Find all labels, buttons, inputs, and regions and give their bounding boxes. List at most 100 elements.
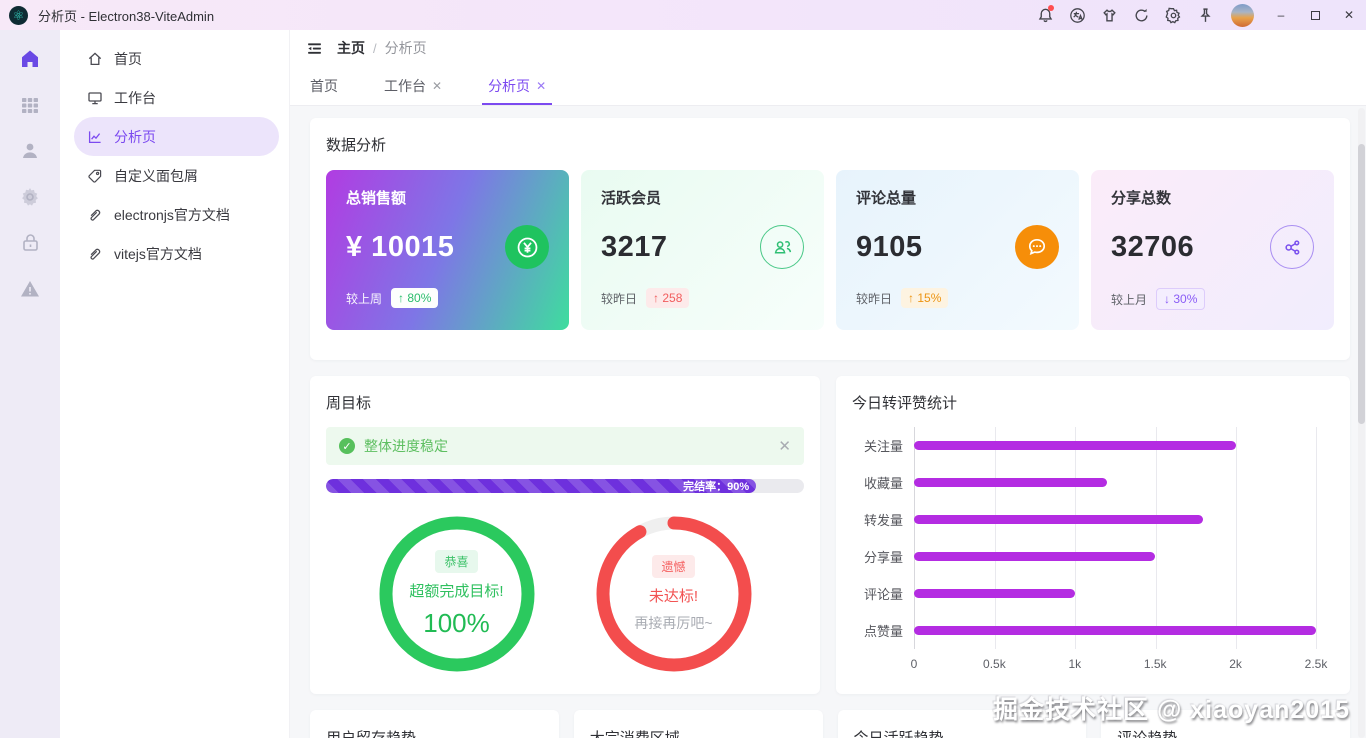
settings-gear-icon[interactable]	[1157, 0, 1189, 30]
sidebar-fold-icon[interactable]	[306, 40, 323, 57]
panel-comment-trend: 评论趋势	[1101, 710, 1350, 738]
rail-home-icon[interactable]	[13, 42, 47, 75]
maximize-button[interactable]	[1298, 0, 1332, 30]
minimize-button[interactable]: –	[1264, 0, 1298, 30]
chart-category-label: 收藏量	[852, 473, 914, 492]
notification-dot	[1048, 5, 1054, 11]
pin-icon[interactable]	[1189, 0, 1221, 30]
goal-ring-fail: 遗憾 未达标! 再接再厉吧~	[593, 513, 755, 675]
maximize-icon	[1311, 11, 1320, 20]
theme-clothes-icon[interactable]	[1093, 0, 1125, 30]
sidebar-item-5[interactable]: vitejs官方文档	[74, 234, 279, 273]
panel-consume-region: 大宗消费区域	[574, 710, 823, 738]
tab-close-icon[interactable]: ✕	[432, 79, 442, 93]
sidebar-item-1[interactable]: 工作台	[74, 78, 279, 117]
tab-label: 分析页	[488, 76, 530, 96]
page-content: 数据分析 总销售额 ¥ 10015 较上周 ↑ 80%	[290, 106, 1366, 738]
chart-category-label: 评论量	[852, 584, 914, 603]
panel-data-analysis: 数据分析 总销售额 ¥ 10015 较上周 ↑ 80%	[310, 118, 1350, 360]
chart-row: 评论量	[852, 575, 1334, 612]
x-axis-tick-label: 2k	[1229, 657, 1242, 671]
panel-title: 周目标	[326, 392, 804, 413]
check-circle-icon: ✓	[339, 438, 355, 454]
chart-bar	[914, 515, 1203, 524]
chart-row: 分享量	[852, 538, 1334, 575]
alert-close-icon[interactable]: ✕	[778, 437, 791, 455]
stat-card-active-members: 活跃会员 3217 较昨日 ↑ 258	[581, 170, 824, 330]
chart-bar	[914, 552, 1155, 561]
sidebar-item-4[interactable]: electronjs官方文档	[74, 195, 279, 234]
scrollbar[interactable]	[1358, 108, 1365, 738]
rail-apps-grid-icon[interactable]	[13, 88, 47, 121]
chart-rows: 关注量收藏量转发量分享量评论量点赞量	[852, 427, 1334, 649]
icon-rail	[0, 30, 60, 738]
breadcrumb-current: 分析页	[385, 38, 427, 58]
user-avatar[interactable]	[1231, 4, 1254, 27]
trend-badge: ↑ 80%	[391, 288, 438, 308]
goal-ring-success: 恭喜 超额完成目标! 100%	[376, 513, 538, 675]
breadcrumb-root[interactable]: 主页	[337, 38, 365, 58]
bar-chart: 关注量收藏量转发量分享量评论量点赞量	[852, 427, 1334, 649]
chart-bar	[914, 441, 1236, 450]
chart-row: 收藏量	[852, 464, 1334, 501]
link-icon	[87, 207, 103, 223]
rail-user-icon[interactable]	[13, 134, 47, 167]
progress-bar: 完结率：90%	[326, 479, 804, 493]
chart-category-label: 点赞量	[852, 621, 914, 640]
progress-label: 完结率：90%	[683, 479, 756, 493]
success-alert: ✓ 整体进度稳定 ✕	[326, 427, 804, 465]
scrollbar-thumb[interactable]	[1358, 144, 1365, 424]
stat-cards: 总销售额 ¥ 10015 较上周 ↑ 80% 活跃会员	[326, 170, 1334, 330]
stat-card-total-comments: 评论总量 9105 较昨日 ↑ 15%	[836, 170, 1079, 330]
progress-fill: 完结率：90%	[326, 479, 756, 493]
refresh-icon[interactable]	[1125, 0, 1157, 30]
tab-close-icon[interactable]: ✕	[536, 79, 546, 93]
tab-label: 工作台	[384, 76, 426, 96]
trend-badge: ↓ 30%	[1156, 288, 1205, 310]
chart-row: 关注量	[852, 427, 1334, 464]
notification-bell-icon[interactable]	[1029, 0, 1061, 30]
comment-bubble-icon	[1015, 225, 1059, 269]
trend-badge: ↑ 15%	[901, 288, 948, 308]
chart-bar	[914, 478, 1107, 487]
x-axis-tick-label: 1.5k	[1144, 657, 1167, 671]
close-button[interactable]: ✕	[1332, 0, 1366, 30]
bottom-panels: 用户留存趋势 大宗消费区域 今日活跃趋势 评论趋势	[310, 710, 1350, 738]
rail-lock-icon[interactable]	[13, 226, 47, 259]
sidebar-item-label: 分析页	[114, 127, 156, 147]
monitor-icon	[87, 90, 103, 106]
rail-warning-icon[interactable]	[13, 272, 47, 305]
tab-0[interactable]: 首页	[308, 66, 340, 105]
tab-2[interactable]: 分析页 ✕	[486, 66, 548, 105]
chart-icon	[87, 129, 103, 145]
titlebar[interactable]: ⚛ 分析页 - Electron38-ViteAdmin – ✕	[0, 0, 1366, 30]
panel-user-retention: 用户留存趋势	[310, 710, 559, 738]
sidebar-item-3[interactable]: 自定义面包屑	[74, 156, 279, 195]
share-nodes-icon	[1270, 225, 1314, 269]
stat-value: 32706	[1111, 231, 1194, 264]
chart-row: 转发量	[852, 501, 1334, 538]
link-icon	[87, 246, 103, 262]
users-icon	[760, 225, 804, 269]
breadcrumb-separator: /	[373, 41, 377, 56]
ring-value: 100%	[423, 608, 490, 639]
sidebar-item-0[interactable]: 首页	[74, 39, 279, 78]
stat-value: ¥ 10015	[346, 231, 454, 264]
chart-category-label: 分享量	[852, 547, 914, 566]
sidebar-item-label: 首页	[114, 49, 142, 69]
rail-settings-icon[interactable]	[13, 180, 47, 213]
chart-bar	[914, 626, 1316, 635]
sidebar-item-2[interactable]: 分析页	[74, 117, 279, 156]
ring-tag: 遗憾	[652, 555, 694, 578]
ring-tag: 恭喜	[435, 550, 477, 573]
window-title: 分析页 - Electron38-ViteAdmin	[38, 6, 214, 25]
yuan-coin-icon	[505, 225, 549, 269]
panel-today-stats-chart: 今日转评赞统计 关注量收藏量转发量分享量评论量点赞量 00.5k1k1.5k2k…	[836, 376, 1350, 694]
trend-badge: ↑ 258	[646, 288, 689, 308]
tab-1[interactable]: 工作台 ✕	[382, 66, 444, 105]
tab-label: 首页	[310, 76, 338, 96]
language-switch-icon[interactable]	[1061, 0, 1093, 30]
sidebar-menu: 首页 工作台 分析页 自定义面包屑 electronjs官方文档 vitejs官…	[60, 30, 290, 738]
sidebar-item-label: 自定义面包屑	[114, 166, 198, 186]
stat-value: 9105	[856, 231, 923, 264]
